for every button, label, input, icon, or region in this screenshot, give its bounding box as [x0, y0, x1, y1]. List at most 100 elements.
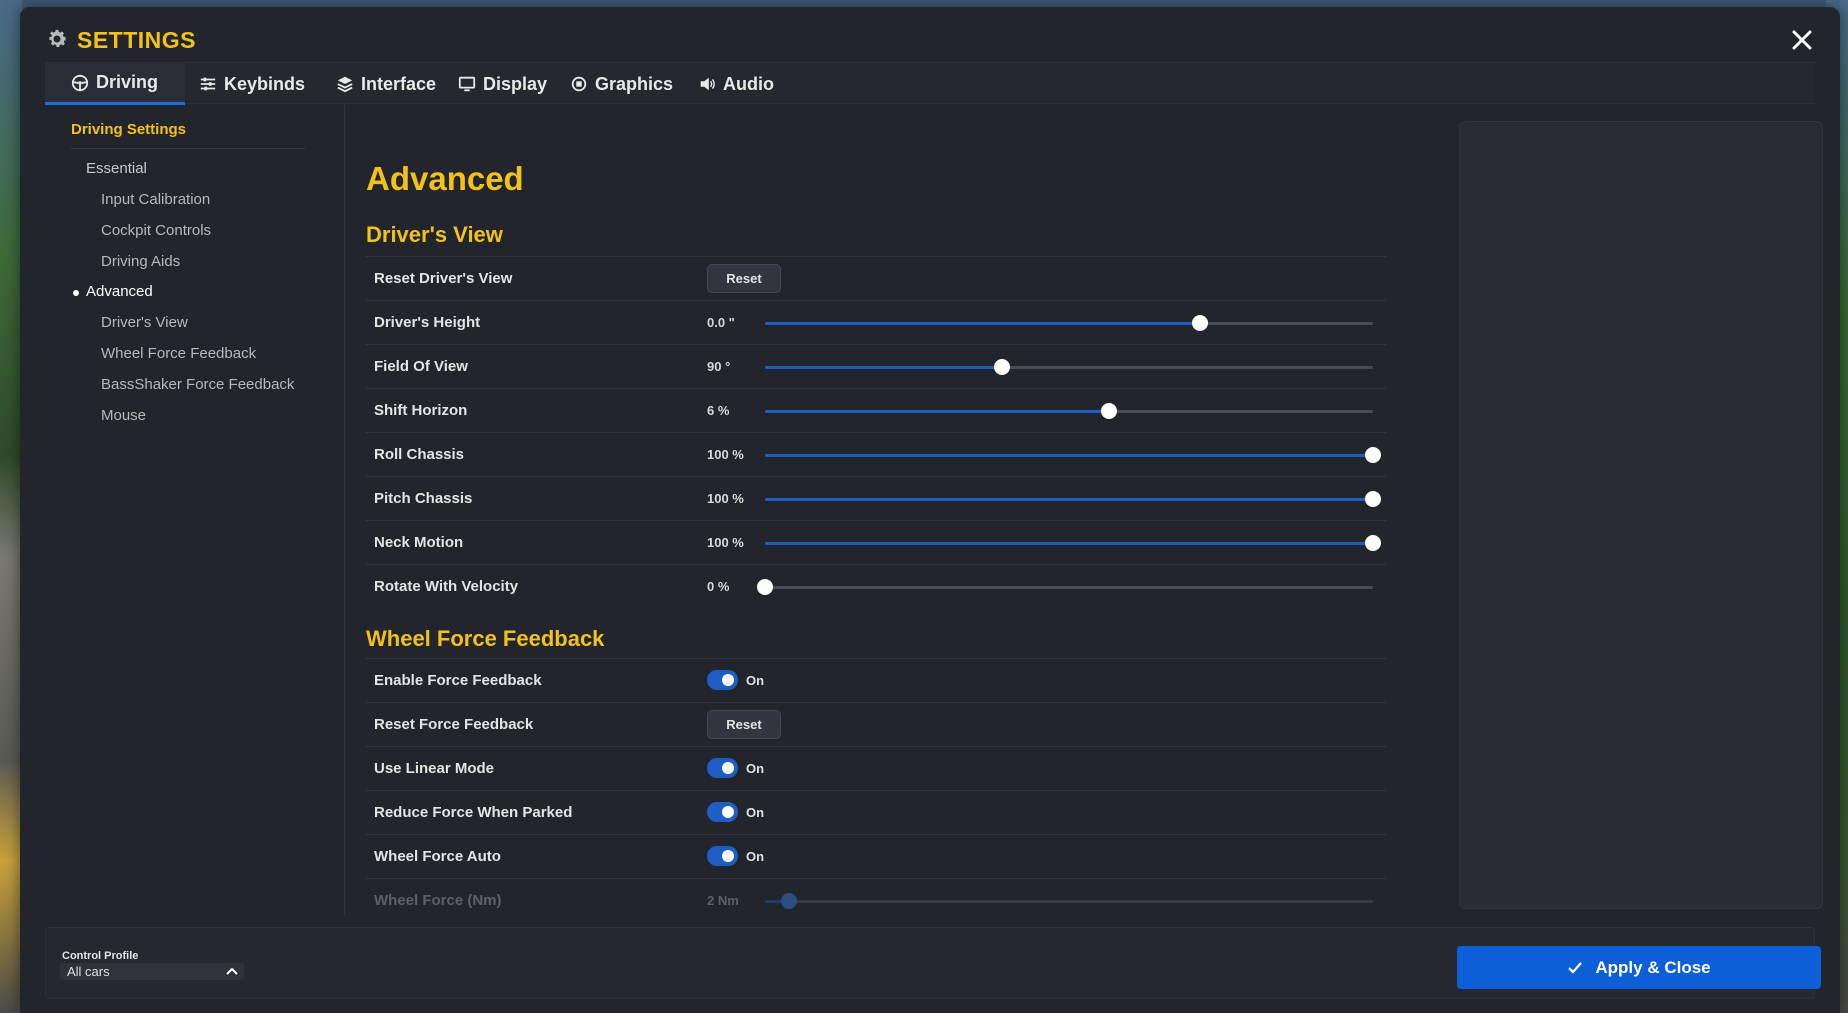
setting-row: Reset Force Feedback Reset [366, 702, 1386, 746]
slider-fill [765, 542, 1373, 545]
setting-value: 90 ° [707, 359, 731, 374]
setting-row: Neck Motion 100 % [366, 520, 1386, 564]
setting-row: Wheel Force Auto On [366, 834, 1386, 878]
wheel-force-auto-toggle[interactable] [707, 846, 738, 866]
slider-knob[interactable] [994, 359, 1011, 375]
toggle-knob [722, 762, 734, 774]
tab-label: Graphics [595, 73, 674, 94]
setting-value: 6 % [707, 403, 730, 418]
setting-label: Field Of View [374, 358, 468, 375]
setting-row: Wheel Force (Nm) 2 Nm [366, 878, 1386, 915]
tab-audio[interactable]: Audio [672, 63, 800, 105]
nav-item-drivers-view[interactable]: Driver's View [101, 314, 188, 331]
setting-label: Rotate With Velocity [374, 578, 519, 595]
apply-close-button[interactable]: Apply & Close [1457, 946, 1821, 989]
apply-close-label: Apply & Close [1595, 957, 1711, 977]
shift-horizon-slider[interactable] [765, 403, 1373, 419]
setting-value: 0.0 " [707, 315, 735, 330]
setting-label: Roll Chassis [374, 446, 465, 463]
setting-label: Neck Motion [374, 534, 464, 551]
slider-knob[interactable] [1100, 403, 1117, 419]
reset-drivers-view-button[interactable]: Reset [707, 264, 781, 293]
slider-knob[interactable] [1365, 491, 1381, 507]
nav-item-mouse[interactable]: Mouse [101, 407, 146, 424]
tab-label: Interface [361, 73, 437, 94]
neck-motion-slider[interactable] [765, 535, 1381, 551]
slider-fill [765, 366, 1003, 369]
toggle-knob [722, 806, 734, 818]
nav-header: Driving Settings [71, 121, 305, 149]
wheel-force-slider [765, 893, 1373, 909]
slider-fill [765, 322, 1200, 325]
toggle-state: On [746, 805, 765, 820]
drivers-height-slider[interactable] [765, 315, 1373, 331]
nav-item-bassshaker-force-feedback[interactable]: BassShaker Force Feedback [101, 376, 294, 393]
slider-knob[interactable] [1365, 447, 1381, 463]
chevron-up-icon [226, 967, 238, 975]
setting-row: Use Linear Mode On [366, 746, 1386, 790]
toggle-knob [722, 850, 734, 862]
tab-label: Display [483, 73, 548, 94]
setting-row: Reset Driver's View Reset [366, 256, 1386, 300]
roll-chassis-slider[interactable] [765, 447, 1381, 463]
active-bullet [73, 290, 79, 296]
reset-force-feedback-button[interactable]: Reset [707, 710, 781, 739]
slider-knob[interactable] [1191, 315, 1208, 331]
setting-value: 2 Nm [707, 893, 739, 908]
setting-label: Wheel Force (Nm) [374, 892, 502, 909]
setting-value: 0 % [707, 579, 730, 594]
toggle-state: On [746, 761, 765, 776]
field-of-view-slider[interactable] [765, 359, 1373, 375]
window-title: SETTINGS [77, 27, 197, 53]
toggle-state: On [746, 673, 765, 688]
rotate-with-velocity-slider[interactable] [757, 579, 1373, 595]
setting-label: Use Linear Mode [374, 760, 495, 777]
setting-label: Wheel Force Auto [374, 848, 501, 865]
setting-label: Pitch Chassis [374, 490, 473, 507]
control-profile-select[interactable]: All cars [60, 963, 244, 980]
nav-item-cockpit-controls[interactable]: Cockpit Controls [101, 222, 211, 239]
nav-item-essential[interactable]: Essential [86, 160, 147, 177]
tab-driving[interactable]: Driving [45, 63, 185, 105]
nav-item-wheel-force-feedback[interactable]: Wheel Force Feedback [101, 345, 256, 362]
setting-row: Roll Chassis 100 % [366, 432, 1386, 476]
tab-label: Audio [723, 73, 774, 94]
setting-row: Field Of View 90 ° [366, 344, 1386, 388]
setting-value: 100 % [707, 491, 744, 506]
settings-nav: Driving Settings Essential Input Calibra… [45, 105, 345, 915]
toggle-knob [722, 674, 734, 686]
tab-label: Keybinds [224, 73, 306, 94]
slider-fill [765, 454, 1373, 457]
nav-item-advanced[interactable]: Advanced [86, 283, 153, 300]
settings-main: Advanced Driver's View Reset Driver's Vi… [366, 105, 1386, 915]
content-area: Driving Settings Essential Input Calibra… [45, 105, 1823, 925]
speaker-icon [700, 77, 715, 91]
slider-fill [765, 498, 1373, 501]
tab-label: Driving [96, 72, 159, 92]
monitor-icon [458, 76, 476, 92]
page-title: Advanced [366, 160, 524, 197]
section-title-drivers-view: Driver's View [366, 222, 503, 247]
setting-value: 100 % [707, 447, 744, 462]
setting-row: Driver's Height 0.0 " [366, 300, 1386, 344]
sliders-icon [200, 77, 216, 91]
reduce-force-when-parked-toggle[interactable] [707, 802, 738, 822]
pitch-chassis-slider[interactable] [765, 491, 1381, 507]
close-icon[interactable] [1789, 27, 1815, 53]
settings-window: SETTINGS Driving Keybinds Interface Disp… [20, 7, 1840, 1013]
toggle-state: On [746, 849, 765, 864]
steering-wheel-icon [71, 74, 89, 91]
slider-knob[interactable] [757, 579, 773, 595]
tab-keybinds[interactable]: Keybinds [173, 63, 331, 105]
nav-item-driving-aids[interactable]: Driving Aids [101, 253, 180, 270]
slider-knob[interactable] [1365, 535, 1381, 551]
setting-row: Reduce Force When Parked On [366, 790, 1386, 834]
enable-force-feedback-toggle[interactable] [707, 670, 738, 690]
nav-item-input-calibration[interactable]: Input Calibration [101, 191, 210, 208]
gear-icon [49, 29, 67, 47]
footer-bar: Control Profile All cars Apply & Close [45, 927, 1821, 999]
background-scene-left [0, 0, 22, 1013]
setting-row: Shift Horizon 6 % [366, 388, 1386, 432]
use-linear-mode-toggle[interactable] [707, 758, 738, 778]
slider-fill [765, 410, 1109, 413]
